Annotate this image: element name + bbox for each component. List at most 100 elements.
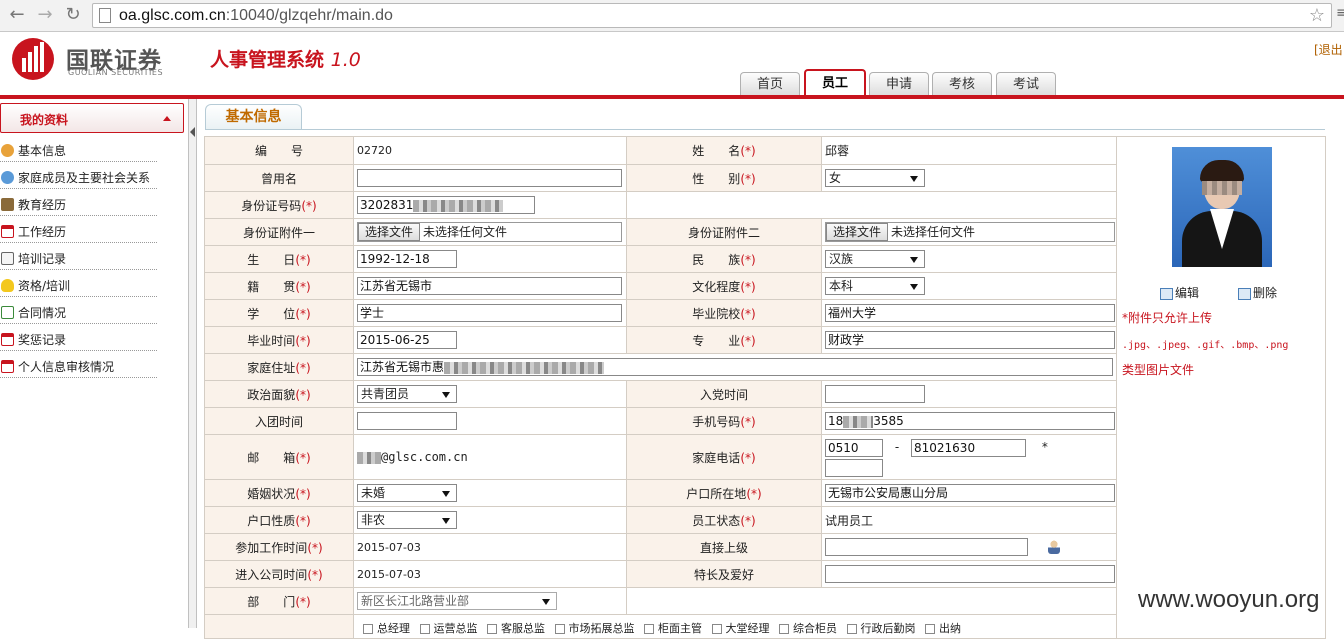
sidebar-item-awards[interactable]: 奖惩记录: [0, 329, 157, 351]
position-checkbox[interactable]: [711, 624, 722, 634]
hobby-input[interactable]: [825, 565, 1115, 583]
id-label: 身份证号码(*): [204, 191, 354, 219]
redacted-mask: [1202, 181, 1242, 195]
grad-label: 毕业时间(*): [204, 326, 354, 354]
dept-label: 部 门(*): [204, 587, 354, 615]
nation-select[interactable]: 汉族: [825, 250, 925, 268]
former-name-input[interactable]: [357, 169, 622, 187]
sidebar-item-education[interactable]: 教育经历: [0, 194, 157, 216]
position-checkbox[interactable]: [644, 624, 654, 634]
edit-icon: [1160, 287, 1173, 300]
tab-apply[interactable]: 申请: [869, 72, 929, 96]
home-phone-label: 家庭电话(*): [626, 434, 822, 480]
sidebar-splitter[interactable]: [188, 99, 197, 628]
email-value: @glsc.com.cn: [353, 434, 627, 480]
upload-note-types: .jpg、.jpeg、.gif、.bmp、.png: [1122, 340, 1289, 351]
sidebar-section-header[interactable]: 我的资料: [0, 103, 184, 133]
position-checkbox[interactable]: [554, 624, 565, 634]
tab-appraisal[interactable]: 考核: [932, 72, 992, 96]
collapse-arrow-icon[interactable]: [163, 116, 171, 121]
sidebar-item-work[interactable]: 工作经历: [0, 221, 157, 243]
tab-exam[interactable]: 考试: [996, 72, 1056, 96]
award-icon: [1, 333, 14, 346]
work-start-label: 参加工作时间(*): [204, 533, 354, 561]
bookmark-star-icon[interactable]: ☆: [1309, 5, 1325, 26]
home-area-code-input[interactable]: 0510: [825, 438, 883, 457]
supervisor-label: 直接上级: [626, 533, 822, 561]
sidebar-item-contract[interactable]: 合同情况: [0, 302, 157, 324]
collapse-sidebar-icon[interactable]: [190, 127, 195, 137]
redacted-mask: [357, 451, 381, 464]
mobile-input[interactable]: 18 3585: [825, 412, 1115, 430]
position-checkbox[interactable]: [419, 624, 430, 634]
select-person-icon[interactable]: [1048, 540, 1060, 554]
positions-label: [204, 614, 354, 639]
upload-note-suffix: 类型图片文件: [1122, 363, 1195, 377]
positions-checkboxes: 总经理 运营总监 客服总监 市场拓展总监 柜面主管 大堂经理 综合柜员 行政后勤…: [353, 614, 1117, 639]
browser-menu-icon[interactable]: ≡: [1336, 5, 1344, 25]
former-name-label: 曾用名: [204, 164, 354, 192]
id-attach1-file-input[interactable]: 选择文件 未选择任何文件: [357, 222, 622, 242]
choose-file-button[interactable]: 选择文件: [826, 223, 889, 241]
hukou-location-label: 户口所在地(*): [626, 479, 822, 507]
phone-dash: -: [894, 440, 900, 454]
school-label: 毕业院校(*): [626, 299, 822, 327]
upload-note: *附件只允许上传: [1122, 311, 1213, 325]
dropdown-arrow-icon: [442, 518, 450, 524]
notepad-icon: [1, 252, 14, 265]
home-ext-input[interactable]: [825, 458, 883, 477]
tab-employee[interactable]: 员工: [804, 69, 866, 96]
dropdown-arrow-icon: [910, 284, 918, 290]
hukou-type-select[interactable]: 非农: [357, 511, 457, 529]
position-checkbox[interactable]: [925, 624, 935, 634]
logout-link[interactable]: [退出: [1314, 41, 1343, 58]
page-icon: [99, 8, 111, 23]
dept-select[interactable]: 新区长江北路营业部: [357, 592, 557, 610]
tab-home[interactable]: 首页: [740, 72, 800, 96]
sidebar: 我的资料 基本信息 家庭成员及主要社会关系 教育经历 工作经历 培训记录 资格/…: [0, 103, 186, 628]
sidebar-item-basic-info[interactable]: 基本信息: [0, 140, 157, 162]
address-input[interactable]: 江苏省无锡市惠: [357, 358, 1113, 376]
dropdown-arrow-icon: [910, 176, 918, 182]
choose-file-button[interactable]: 选择文件: [358, 223, 421, 241]
political-select[interactable]: 共青团员: [357, 385, 457, 403]
position-checkbox[interactable]: [487, 624, 497, 634]
tab-basic-info[interactable]: 基本信息: [205, 104, 302, 130]
position-checkbox[interactable]: [363, 624, 373, 634]
hukou-location-input[interactable]: 无锡市公安局惠山分局: [825, 484, 1115, 502]
edu-select[interactable]: 本科: [825, 277, 925, 295]
join-value: 2015-07-03: [353, 560, 627, 588]
redacted-mask: [444, 361, 605, 374]
grad-input[interactable]: 2015-06-25: [357, 331, 457, 349]
party-date-input[interactable]: [825, 385, 925, 403]
league-date-input[interactable]: [357, 412, 457, 430]
sidebar-item-qualification[interactable]: 资格/培训: [0, 275, 157, 297]
marital-select[interactable]: 未婚: [357, 484, 457, 502]
sidebar-item-family[interactable]: 家庭成员及主要社会关系: [0, 167, 157, 189]
position-checkbox[interactable]: [779, 624, 789, 634]
edit-photo-button[interactable]: 编辑: [1160, 284, 1199, 301]
supervisor-input[interactable]: [825, 538, 1028, 556]
family-icon: [1, 171, 14, 184]
id-attach2-file-input[interactable]: 选择文件 未选择任何文件: [825, 222, 1115, 242]
delete-photo-button[interactable]: 删除: [1238, 284, 1277, 301]
delete-icon: [1238, 287, 1251, 300]
native-input[interactable]: 江苏省无锡市: [357, 277, 622, 295]
degree-input[interactable]: 学士: [357, 304, 622, 322]
school-input[interactable]: 福州大学: [825, 304, 1115, 322]
join-label: 进入公司时间(*): [204, 560, 354, 588]
emp-no-label: 编 号: [204, 136, 354, 165]
gender-select[interactable]: 女: [825, 169, 925, 187]
reload-icon[interactable]: ↻: [62, 4, 84, 26]
sidebar-item-review[interactable]: 个人信息审核情况: [0, 356, 157, 378]
forward-icon[interactable]: →: [34, 4, 56, 26]
id-number-input[interactable]: 3202831: [357, 196, 535, 214]
sidebar-item-training[interactable]: 培训记录: [0, 248, 157, 270]
major-label: 专 业(*): [626, 326, 822, 354]
address-bar[interactable]: oa.glsc.com.cn:10040/glzqehr/main.do ☆: [92, 3, 1332, 28]
position-checkbox[interactable]: [846, 624, 857, 634]
back-icon[interactable]: ←: [6, 4, 28, 26]
major-input[interactable]: 财政学: [825, 331, 1115, 349]
birth-input[interactable]: 1992-12-18: [357, 250, 457, 268]
home-number-input[interactable]: 81021630: [911, 438, 1026, 457]
